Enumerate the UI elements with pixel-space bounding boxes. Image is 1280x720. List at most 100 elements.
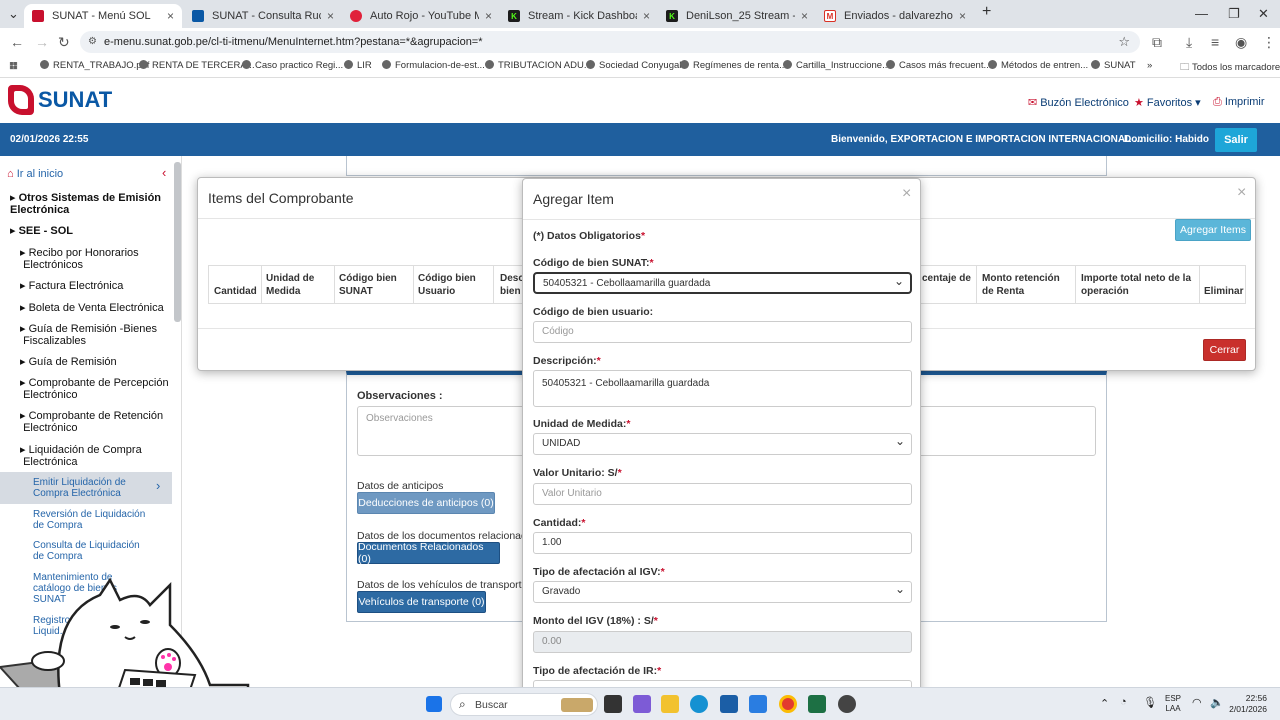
new-tab-button[interactable]: + xyxy=(982,3,991,21)
sunat-logo[interactable]: SUNAT xyxy=(8,85,112,115)
codigo-sunat-select[interactable]: 50405321 - Cebollaamarilla guardada xyxy=(533,271,912,294)
documentos-relacionados-button[interactable]: Documentos Relacionados (0) xyxy=(357,541,500,565)
close-icon[interactable]: × xyxy=(167,9,174,23)
bookmark-item[interactable]: Métodos de entren... xyxy=(988,60,1088,71)
chrome-icon[interactable] xyxy=(779,695,797,713)
bookmark-star-icon[interactable]: ☆ xyxy=(1118,31,1130,53)
task-view-icon[interactable] xyxy=(604,695,622,713)
bookmark-item[interactable]: RENTA DE TERCERA... xyxy=(139,60,255,71)
sidebar-sub-consulta[interactable]: Consulta de Liquidación de Compra xyxy=(33,540,140,562)
sidebar-item-retencion[interactable]: ▸ Comprobante de Retención Electrónico xyxy=(20,410,163,434)
profile-icon[interactable]: ◉ xyxy=(1235,34,1247,51)
network-icon[interactable]: ◔ xyxy=(1120,696,1127,708)
bookmark-item[interactable]: Casos más frecuent... xyxy=(886,60,991,71)
file-explorer-icon[interactable] xyxy=(661,695,679,713)
maximize-icon[interactable]: ❐ xyxy=(1228,6,1240,22)
collapse-sidebar-icon[interactable]: ‹ xyxy=(162,166,166,179)
col-descripcion: Desc bien xyxy=(500,273,524,297)
extensions-icon[interactable]: ⧉ xyxy=(1152,34,1162,51)
close-icon[interactable]: × xyxy=(485,9,492,23)
download-icon[interactable]: ⤓ xyxy=(1186,34,1192,51)
descripcion-textarea[interactable]: 50405321 - Cebollaamarilla guardada xyxy=(533,370,912,407)
cerrar-button[interactable]: Cerrar xyxy=(1203,339,1246,361)
tab-consulta-ruc[interactable]: SUNAT - Consulta Ruc × xyxy=(184,4,342,28)
site-info-icon[interactable]: ⚙ xyxy=(88,31,97,53)
buzon-electronico-link[interactable]: ✉ Buzón Electrónico xyxy=(1028,96,1129,109)
tab-sunat-menu[interactable]: SUNAT - Menú SOL × xyxy=(24,4,182,28)
favoritos-link[interactable]: ★ Favoritos ▾ xyxy=(1134,96,1201,109)
sidebar-item-recibo-honorarios[interactable]: ▸ Recibo por Honorarios Electrónicos xyxy=(20,247,139,271)
close-window-icon[interactable]: ✕ xyxy=(1258,6,1269,22)
salir-button[interactable]: Salir xyxy=(1215,128,1257,152)
tab-search-icon[interactable]: ⌄ xyxy=(8,6,19,22)
copilot-icon[interactable] xyxy=(633,695,651,713)
clock[interactable]: 22:56 2/01/2026 xyxy=(1227,693,1267,715)
bookmark-item[interactable]: TRIBUTACION ADU... xyxy=(485,60,592,71)
obs-icon[interactable] xyxy=(838,695,856,713)
language-indicator[interactable]: ESP LAA xyxy=(1165,694,1181,714)
menu-icon[interactable]: ⋮ xyxy=(1262,34,1276,51)
tab-gmail[interactable]: M Enviados - dalvarezholguin.25@× xyxy=(816,4,974,28)
sidebar-item-otros-sistemas[interactable]: ▸ Otros Sistemas de Emisión Electrónica xyxy=(10,192,161,216)
unidad-select[interactable]: UNIDAD xyxy=(533,431,912,455)
apps-icon[interactable]: ▦ xyxy=(9,60,18,71)
edge-icon[interactable] xyxy=(690,695,708,713)
microphone-icon[interactable]: 🎙 xyxy=(1143,696,1157,709)
back-icon[interactable]: ← xyxy=(10,34,24,50)
bookmark-item[interactable]: SUNAT xyxy=(1091,60,1136,71)
sidebar-item-guia-bienes[interactable]: ▸ Guía de Remisión -Bienes Fiscalizables xyxy=(20,323,157,347)
deducciones-anticipos-button[interactable]: Deducciones de anticipos (0) xyxy=(357,492,495,514)
reload-icon[interactable]: ↻ xyxy=(58,34,70,51)
col-codigo-sunat: Código bien SUNAT xyxy=(339,273,397,297)
close-icon[interactable]: × xyxy=(902,185,911,203)
vehiculos-transporte-button[interactable]: Vehículos de transporte (0) xyxy=(357,591,486,613)
tab-youtube-music[interactable]: Auto Rojo - YouTube Music× xyxy=(342,4,500,28)
sidebar-item-factura[interactable]: ▸ Factura Electrónica xyxy=(20,280,123,292)
tab-kick-stream[interactable]: K DeniLson_25 Stream - Watch Li× xyxy=(658,4,816,28)
sidebar-scrollbar[interactable] xyxy=(174,162,181,322)
volume-icon[interactable]: 🔈 xyxy=(1210,696,1224,709)
close-icon[interactable]: × xyxy=(1237,184,1246,202)
bookmark-item[interactable]: Regímenes de renta... xyxy=(680,60,787,71)
taskbar-search-box[interactable]: ⌕ Buscar xyxy=(450,693,598,716)
sidebar-item-see-sol[interactable]: ▸ SEE - SOL xyxy=(10,225,73,237)
all-bookmarks[interactable]: 🗀 Todos los marcadores xyxy=(1180,60,1280,76)
bookmark-item[interactable]: LIR xyxy=(344,60,372,71)
more-bookmarks-icon[interactable]: » xyxy=(1147,60,1152,71)
sidebar-item-percepcion[interactable]: ▸ Comprobante de Percepción Electrónico xyxy=(20,377,169,401)
playlist-icon[interactable]: ≡ xyxy=(1211,34,1219,50)
agregar-items-button[interactable]: Agregar Items xyxy=(1175,219,1251,241)
minimize-icon[interactable]: — xyxy=(1195,6,1208,21)
igv-tipo-select[interactable]: Gravado xyxy=(533,579,912,603)
wifi-icon[interactable]: ◠ xyxy=(1192,696,1202,709)
home-link[interactable]: ⌂ Ir al inicio xyxy=(7,168,63,180)
sidebar-item-boleta[interactable]: ▸ Boleta de Venta Electrónica xyxy=(20,302,164,314)
close-icon[interactable]: × xyxy=(959,9,966,23)
forward-icon[interactable]: → xyxy=(35,34,49,50)
valor-unitario-input[interactable]: Valor Unitario xyxy=(533,483,912,505)
store-icon[interactable] xyxy=(720,695,738,713)
cantidad-input[interactable]: 1.00 xyxy=(533,532,912,554)
tab-kick-dashboard[interactable]: K Stream - Kick Dashboard× xyxy=(500,4,658,28)
col-codigo-usuario: Código bien Usuario xyxy=(418,273,476,297)
bookmark-item[interactable]: Caso practico Regi... xyxy=(242,60,343,71)
close-icon[interactable]: × xyxy=(327,9,334,23)
bookmark-item[interactable]: RENTA_TRABAJO.pdf xyxy=(40,60,149,71)
chevron-up-icon[interactable]: ⌃ xyxy=(1100,697,1109,710)
bookmark-item[interactable]: Formulacion-de-est... xyxy=(382,60,485,71)
sidebar-sub-reversion[interactable]: Reversión de Liquidación de Compra xyxy=(33,509,145,531)
sidebar-sub-emitir-liquidacion[interactable]: Emitir Liquidación de Compra Electrónica xyxy=(33,477,126,499)
bookmark-item[interactable]: Cartilla_Instruccione... xyxy=(783,60,890,71)
excel-icon[interactable] xyxy=(808,695,826,713)
sidebar-item-guia-remision[interactable]: ▸ Guía de Remisión xyxy=(20,356,117,368)
codigo-usuario-input[interactable]: Código xyxy=(533,321,912,343)
url-field[interactable]: ⚙ e-menu.sunat.gob.pe/cl-ti-itmenu/MenuI… xyxy=(80,31,1140,53)
imprimir-link[interactable]: ⎙ Imprimir xyxy=(1213,96,1265,109)
windows-start-icon[interactable] xyxy=(426,696,442,712)
bookmark-item[interactable]: Sociedad Conyugal xyxy=(586,60,681,71)
close-icon[interactable]: × xyxy=(801,9,808,23)
required-note: (*) Datos Obligatorios* xyxy=(533,230,646,242)
outlook-icon[interactable] xyxy=(749,695,767,713)
close-icon[interactable]: × xyxy=(643,9,650,23)
sidebar-item-liquidacion[interactable]: ▸ Liquidación de Compra Electrónica xyxy=(20,444,142,468)
